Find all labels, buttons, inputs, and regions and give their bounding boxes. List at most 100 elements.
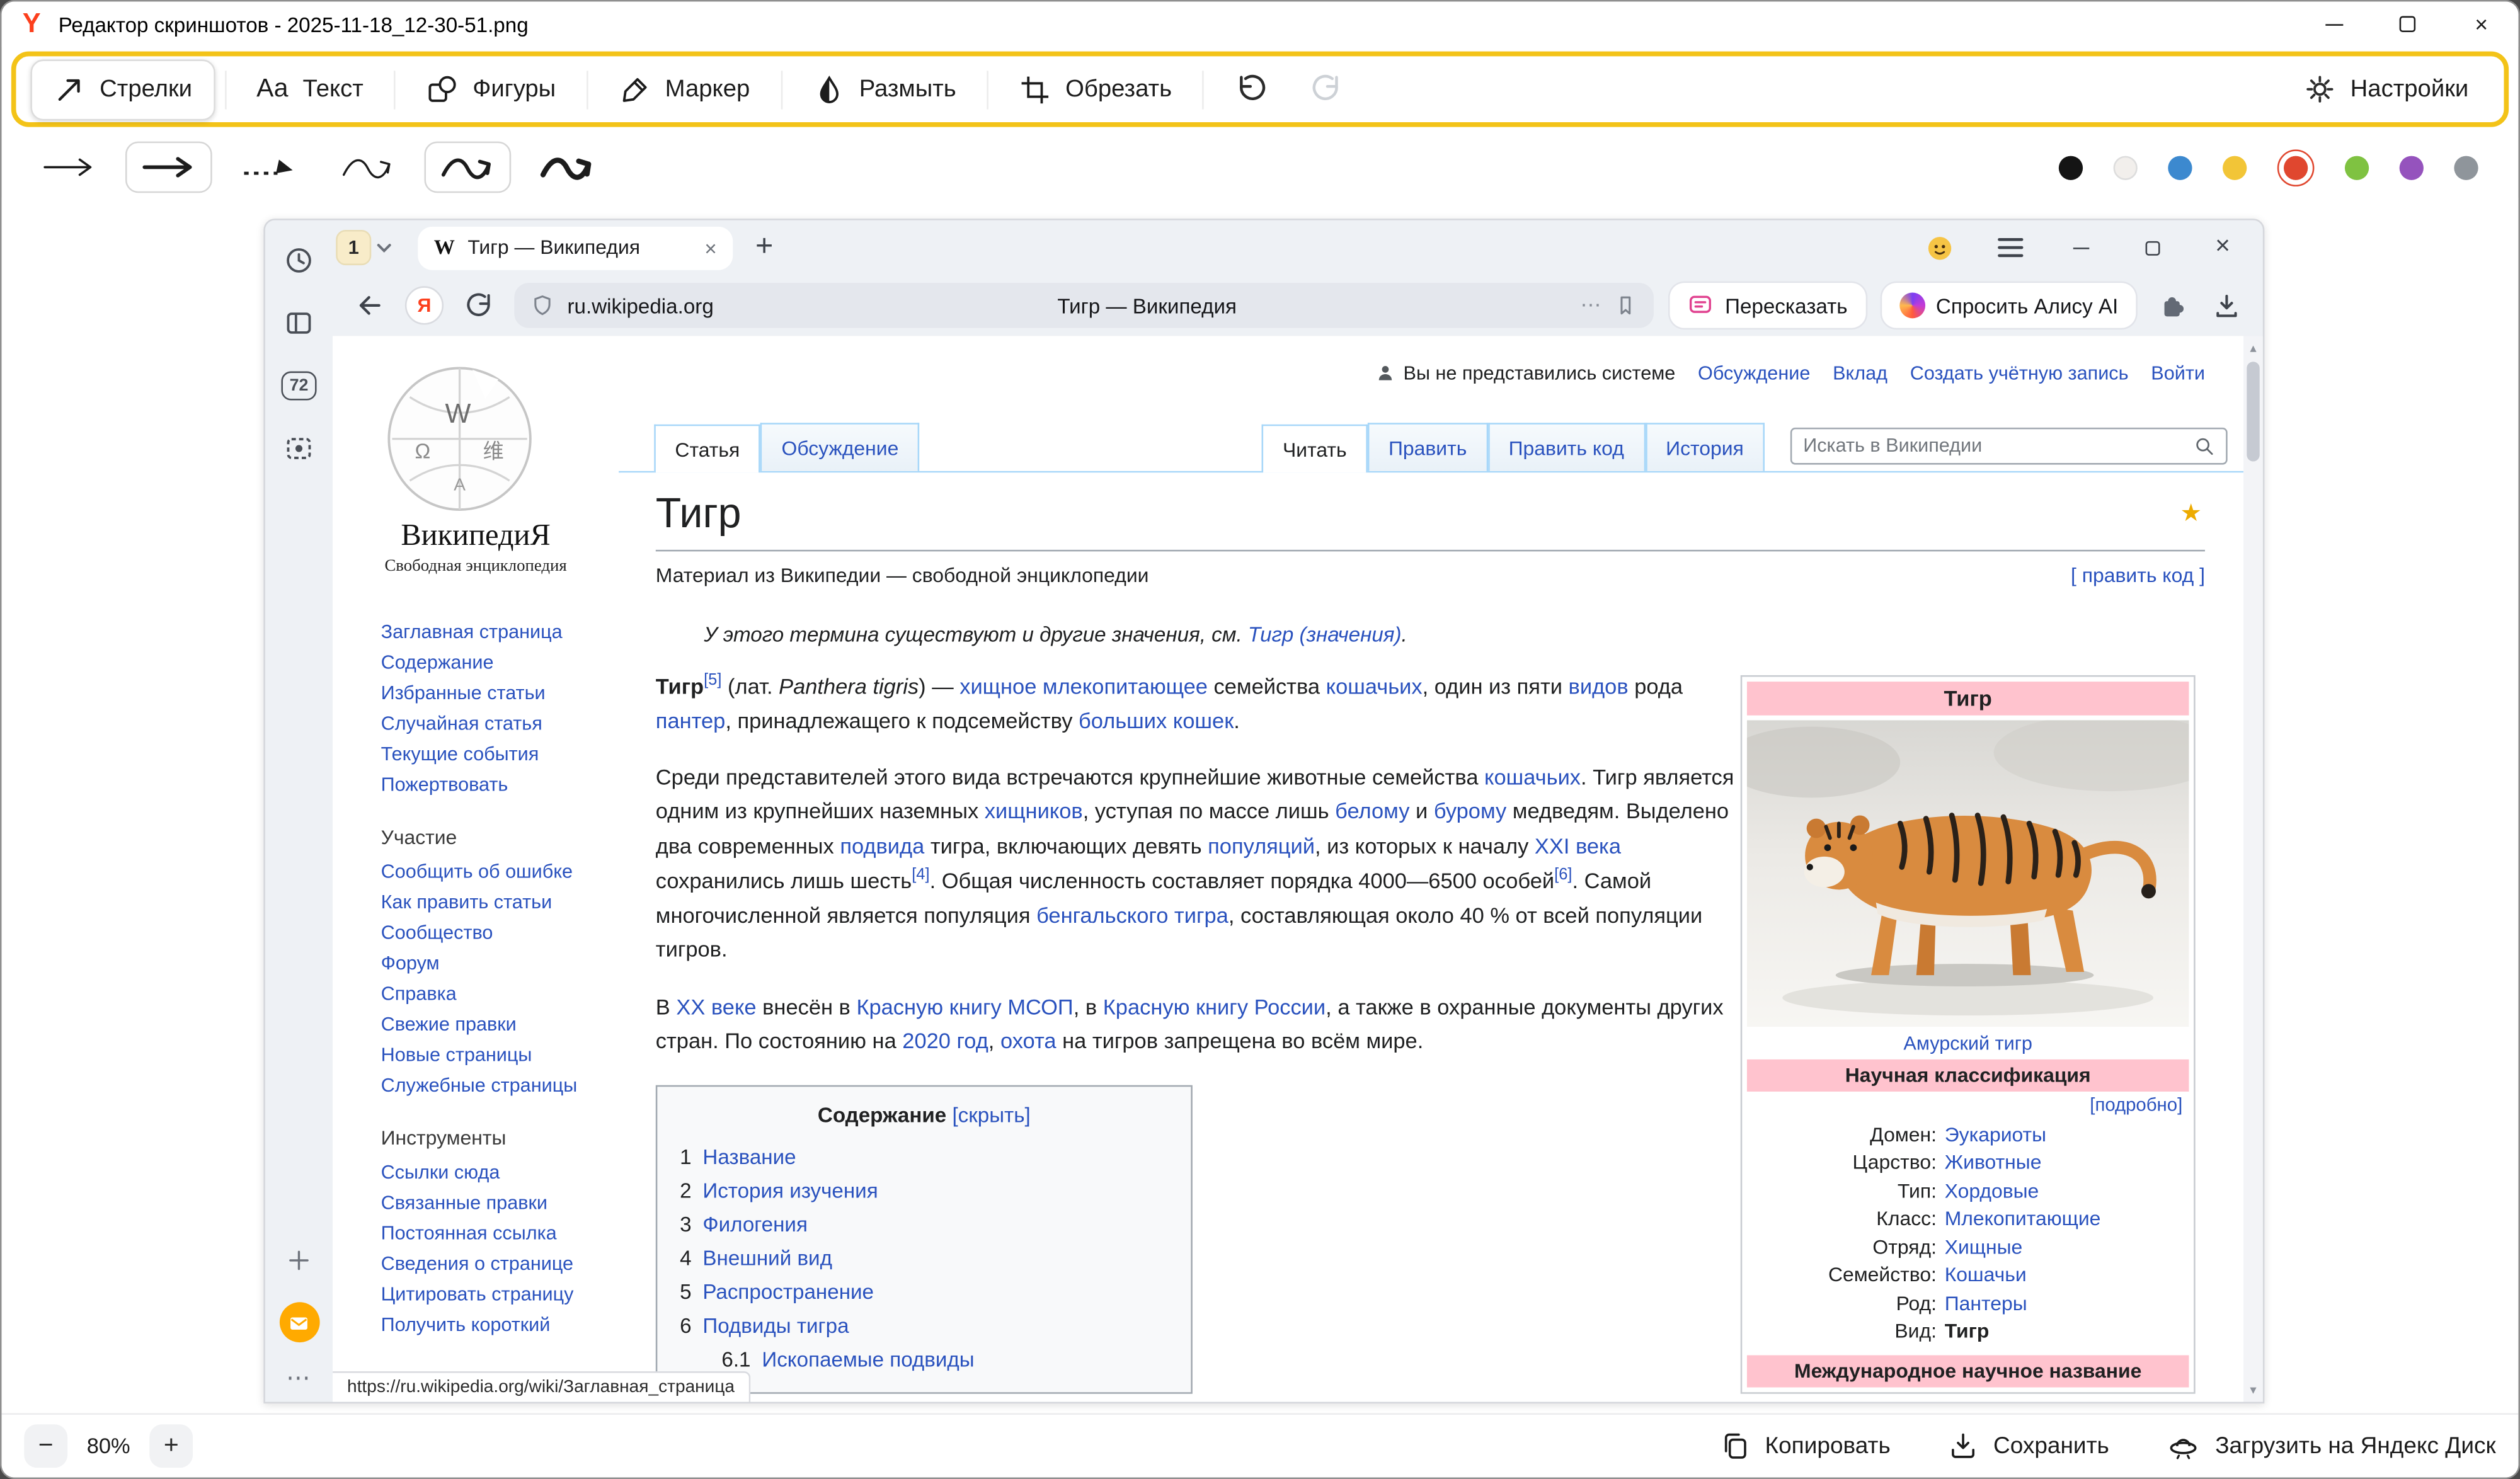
nav-link[interactable]: Сведения о странице [381, 1249, 619, 1279]
downloads-icon[interactable] [2207, 286, 2245, 324]
address-more-icon[interactable]: ⋯ [1581, 293, 1601, 319]
color-swatch-white[interactable] [2114, 155, 2138, 179]
arrow-style-curvy-bold[interactable] [524, 142, 611, 193]
browser-restore-button[interactable] [2138, 233, 2167, 262]
user-link-talk[interactable]: Обсуждение [1698, 362, 1810, 384]
tab-history[interactable]: История [1645, 423, 1765, 471]
scroll-down-icon[interactable]: ▾ [2243, 1383, 2263, 1397]
color-swatch-purple[interactable] [2400, 155, 2424, 179]
tab-close-icon[interactable]: × [704, 236, 716, 260]
tool-crop[interactable]: Обрезать [998, 60, 1193, 118]
arrow-style-straight-selected[interactable] [125, 142, 212, 193]
browser-menu-icon[interactable] [1996, 233, 2025, 262]
tiger-image[interactable] [1747, 720, 2189, 1027]
copy-button[interactable]: Копировать [1720, 1430, 1891, 1461]
yandex-mail-icon[interactable] [279, 1302, 319, 1342]
minimize-button[interactable] [2296, 2, 2370, 47]
nav-link[interactable]: Форум [381, 949, 619, 979]
wiki-inline-link[interactable]: хищников [985, 800, 1083, 824]
maximize-button[interactable] [2371, 2, 2444, 47]
nav-link[interactable]: Сообщить об ошибке [381, 857, 619, 887]
history-icon[interactable] [278, 239, 319, 281]
wiki-inline-link[interactable]: видов [1569, 675, 1629, 699]
nav-link[interactable]: Заглавная страница [381, 617, 619, 648]
scrollbar-thumb[interactable] [2247, 362, 2259, 461]
toc-hide-link[interactable]: [скрыть] [952, 1104, 1030, 1128]
nav-link[interactable]: Как править статьи [381, 888, 619, 918]
color-swatch-blue[interactable] [2168, 155, 2192, 179]
wiki-inline-link[interactable]: пантер [656, 709, 726, 733]
yandex-search-icon[interactable]: Я [405, 286, 444, 324]
wiki-inline-link[interactable]: белому [1335, 800, 1409, 824]
nav-link[interactable]: Избранные статьи [381, 678, 619, 709]
wiki-search-box[interactable] [1790, 427, 2228, 464]
wiki-inline-link[interactable]: [6] [1554, 867, 1572, 884]
wiki-inline-link[interactable]: 2020 год [902, 1029, 988, 1053]
wikipedia-logo[interactable]: W Ω 维 А ВикипедиЯ Свободная энциклопедия [379, 355, 572, 576]
featured-star-icon[interactable]: ★ [2180, 498, 2202, 527]
color-swatch-black[interactable] [2059, 155, 2083, 179]
wiki-inline-link[interactable]: кошачьих [1326, 675, 1423, 699]
wiki-inline-link[interactable]: подвида [840, 834, 924, 858]
search-icon[interactable] [2194, 435, 2214, 455]
nav-link[interactable]: Пожертвовать [381, 770, 619, 801]
tab-read[interactable]: Читать [1262, 425, 1368, 473]
wiki-inline-link[interactable]: больших кошек [1079, 709, 1234, 733]
undo-button[interactable] [1213, 72, 1289, 106]
tab-article[interactable]: Статья [654, 425, 760, 473]
nav-link[interactable]: Ссылки сюда [381, 1158, 619, 1188]
color-swatch-gray[interactable] [2454, 155, 2478, 179]
wiki-inline-link[interactable]: популяций [1208, 834, 1315, 858]
color-swatch-green[interactable] [2345, 155, 2369, 179]
arrow-style-straight-thin[interactable] [26, 142, 113, 193]
screenshot-tool-icon[interactable] [278, 428, 319, 469]
sidebar-panels-icon[interactable] [278, 302, 319, 344]
tool-text[interactable]: Аа Текст [236, 62, 384, 117]
details-link[interactable]: [подробно] [2090, 1096, 2182, 1116]
image-caption-link[interactable]: Амурский тигр [1903, 1032, 2032, 1054]
tab-edit[interactable]: Править [1368, 423, 1488, 471]
zoom-in-button[interactable]: + [149, 1424, 193, 1468]
tool-blur[interactable]: Размыть [792, 60, 977, 118]
nav-link[interactable]: Сообщество [381, 918, 619, 948]
tool-marker[interactable]: Маркер [598, 60, 771, 118]
tool-arrows[interactable]: Стрелки [30, 59, 214, 120]
nav-link[interactable]: Новые страницы [381, 1040, 619, 1070]
wiki-inline-link[interactable]: хищное млекопитающее [959, 675, 1208, 699]
wiki-search-input[interactable] [1803, 434, 2194, 457]
tabs-count-badge[interactable]: 72 [278, 365, 319, 406]
wiki-inline-link[interactable]: Красную книгу МСОП [856, 995, 1073, 1019]
edit-source-link[interactable]: [ править код ] [2071, 564, 2205, 587]
user-link-login[interactable]: Войти [2151, 362, 2205, 384]
nav-link[interactable]: Содержание [381, 648, 619, 678]
arrow-style-dashed[interactable] [225, 142, 312, 193]
settings-button[interactable]: Настройки [2284, 61, 2489, 117]
refresh-button[interactable] [460, 286, 498, 324]
browser-tab-active[interactable]: W Тигр — Википедия × [418, 226, 733, 270]
wiki-inline-link[interactable]: [4] [912, 867, 929, 884]
nav-link[interactable]: Связанные правки [381, 1188, 619, 1218]
wiki-inline-link[interactable]: Тигр (значения) [1248, 622, 1402, 646]
wiki-inline-link[interactable]: Красную книгу России [1103, 995, 1326, 1019]
zoom-out-button[interactable]: − [24, 1424, 67, 1468]
ask-alice-button[interactable]: Спросить Алису AI [1881, 283, 2136, 328]
wiki-inline-link[interactable]: XX веке [676, 995, 756, 1019]
retell-button[interactable]: Пересказать [1670, 283, 1865, 328]
upload-to-yandex-disk-button[interactable]: Загрузить на Яндекс Диск [2167, 1430, 2496, 1461]
nav-link[interactable]: Служебные страницы [381, 1071, 619, 1101]
wiki-inline-link[interactable]: бурому [1434, 800, 1506, 824]
browser-minimize-button[interactable] [2067, 233, 2096, 262]
address-bar[interactable]: ru.wikipedia.org Тигр — Википедия ⋯ [514, 283, 1654, 328]
scroll-up-icon[interactable]: ▴ [2243, 341, 2263, 355]
tab-edit-source[interactable]: Править код [1487, 423, 1645, 471]
nav-link[interactable]: Цитировать страницу [381, 1280, 619, 1310]
tool-shapes[interactable]: Фигуры [405, 60, 576, 118]
wiki-inline-link[interactable]: XXI века [1535, 834, 1621, 858]
save-button[interactable]: Сохранить [1949, 1430, 2109, 1461]
wiki-inline-link[interactable]: бенгальского тигра [1036, 903, 1228, 927]
wiki-inline-link[interactable]: [5] [704, 672, 721, 690]
new-tab-button[interactable]: + [755, 230, 773, 265]
page-scrollbar[interactable]: ▴ ▾ [2243, 336, 2263, 1402]
color-swatch-red-selected[interactable] [2277, 149, 2315, 186]
tab-discussion[interactable]: Обсуждение [760, 423, 919, 471]
